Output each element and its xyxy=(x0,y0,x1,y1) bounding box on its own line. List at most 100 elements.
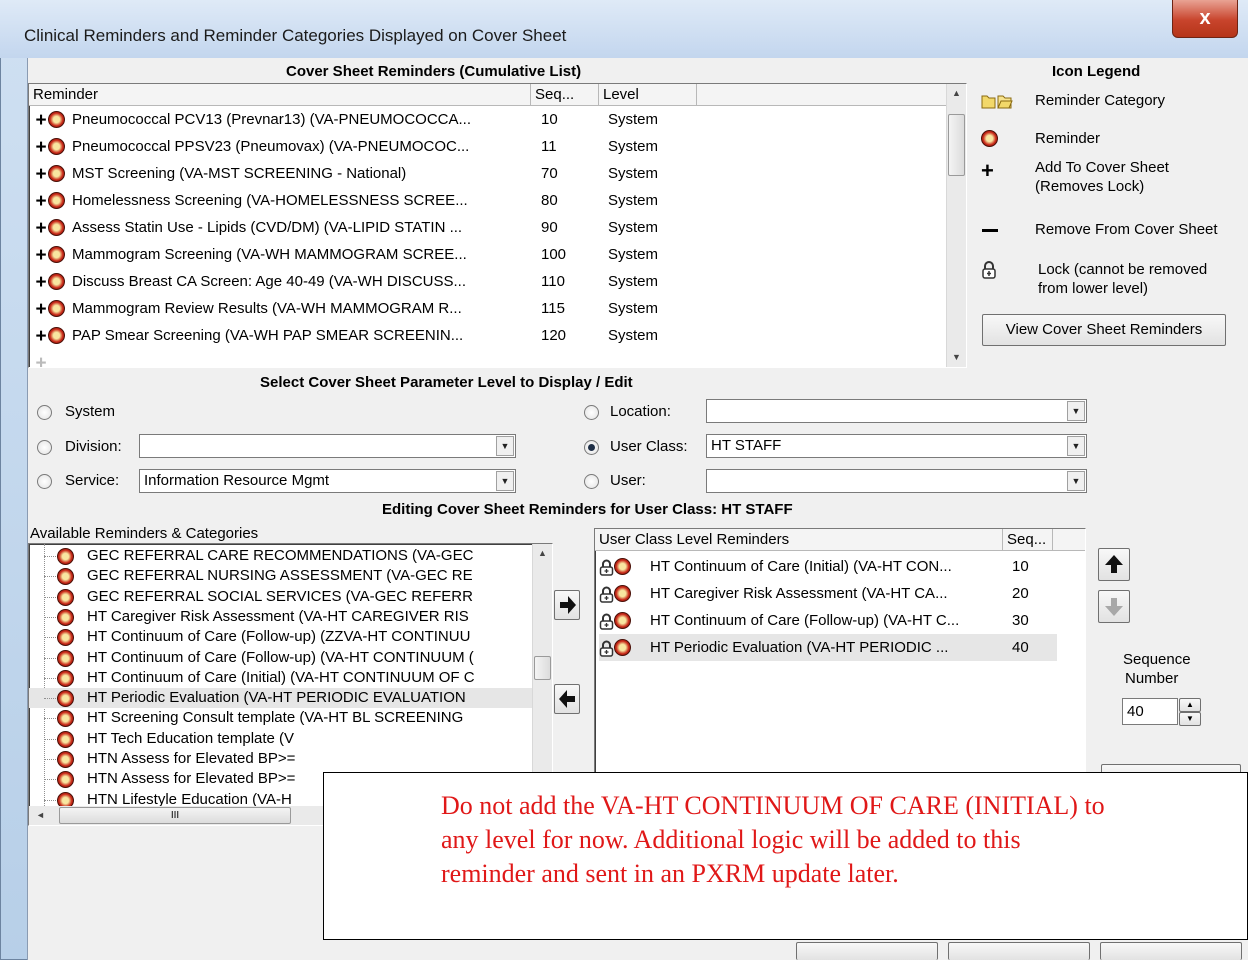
cumulative-list[interactable]: Reminder Seq... Level + Pneumococcal PCV1… xyxy=(28,83,967,368)
list-item[interactable]: HT Continuum of Care (Follow-up) (ZZVA-H… xyxy=(29,627,532,647)
list-item[interactable]: HT Periodic Evaluation (VA-HT PERIODIC E… xyxy=(29,688,532,709)
table-row[interactable]: + Homelessness Screening (VA-HOMELESSNESS… xyxy=(34,187,934,214)
hscroll-thumb[interactable]: III xyxy=(59,807,291,824)
user-class-combo[interactable]: HT STAFF ▼ xyxy=(706,434,1087,458)
reminder-level: System xyxy=(608,165,659,182)
close-button[interactable]: x xyxy=(1172,0,1238,38)
radio-division[interactable] xyxy=(37,440,52,455)
plus-icon: + xyxy=(981,158,994,183)
list-item[interactable]: GEC REFERRAL CARE RECOMMENDATIONS (VA-GE… xyxy=(29,546,532,566)
radio-location[interactable] xyxy=(584,405,599,420)
radio-user[interactable] xyxy=(584,474,599,489)
radio-user-class[interactable] xyxy=(584,440,599,455)
param-heading: Select Cover Sheet Parameter Level to Di… xyxy=(260,374,633,391)
cumulative-scrollbar[interactable]: ▲ ▼ xyxy=(946,84,966,367)
reminder-seq: 80 xyxy=(541,192,558,209)
move-up-button[interactable] xyxy=(1098,548,1130,581)
reminder-level: System xyxy=(608,138,659,155)
legend-lock-1: Lock (cannot be removed xyxy=(1038,261,1208,278)
table-row[interactable]: + Discuss Breast CA Screen: Age 40-49 (VA… xyxy=(34,268,934,295)
item-label: HT Screening Consult template (VA-HT BL … xyxy=(87,709,464,727)
bottom-button-2[interactable] xyxy=(948,942,1090,960)
item-label: HT Continuum of Care (Follow-up) (VA-HT … xyxy=(87,648,474,666)
available-vscroll[interactable]: ▲ ▼ xyxy=(532,544,552,806)
reminder-seq: 20 xyxy=(1012,585,1029,602)
table-row[interactable]: HT Periodic Evaluation (VA-HT PERIODIC .… xyxy=(599,634,1057,661)
bottom-button-3[interactable] xyxy=(1100,942,1242,960)
reminder-icon xyxy=(614,611,631,629)
reminder-seq: 115 xyxy=(541,300,565,317)
radio-system[interactable] xyxy=(37,405,52,420)
scroll-thumb[interactable] xyxy=(534,656,551,680)
col-reminder[interactable]: Reminder xyxy=(29,84,531,106)
reminder-name: Pneumococcal PCV13 (Prevnar13) (VA-PNEUM… xyxy=(72,111,472,128)
move-down-button[interactable] xyxy=(1098,590,1130,623)
chevron-down-icon[interactable]: ▼ xyxy=(496,436,514,456)
list-item[interactable]: GEC REFERRAL SOCIAL SERVICES (VA-GEC REF… xyxy=(29,587,532,607)
reminder-icon xyxy=(48,245,65,263)
scroll-left-icon[interactable]: ◄ xyxy=(31,806,50,825)
table-row[interactable]: + Pneumococcal PPSV23 (Pneumovax) (VA-PNE… xyxy=(34,133,934,160)
scroll-up-icon[interactable]: ▲ xyxy=(947,84,966,103)
table-row[interactable]: + Mammogram Review Results (VA-WH MAMMOGR… xyxy=(34,295,934,322)
lock-icon xyxy=(981,261,997,284)
col-user-class-reminders[interactable]: User Class Level Reminders xyxy=(595,529,1003,551)
reminder-seq: 90 xyxy=(541,219,558,236)
col-user-class-seq[interactable]: Seq... xyxy=(1003,529,1053,551)
list-item[interactable]: HT Continuum of Care (Follow-up) (VA-HT … xyxy=(29,648,532,668)
scroll-up-icon[interactable]: ▲ xyxy=(533,544,552,563)
spin-up-icon[interactable]: ▲ xyxy=(1179,698,1201,712)
scroll-thumb[interactable] xyxy=(948,114,965,176)
chevron-down-icon[interactable]: ▼ xyxy=(496,471,514,491)
table-row[interactable]: + PAP Smear Screening (VA-WH PAP SMEAR SC… xyxy=(34,322,934,349)
reminder-seq: 120 xyxy=(541,327,567,344)
remove-arrow-button[interactable] xyxy=(554,684,580,714)
list-item[interactable]: HT Tech Education template (V xyxy=(29,729,532,749)
list-item[interactable]: HT Caregiver Risk Assessment (VA-HT CARE… xyxy=(29,607,532,627)
col-seq[interactable]: Seq... xyxy=(531,84,599,106)
user-combo[interactable]: ▼ xyxy=(706,469,1087,493)
label-division: Division: xyxy=(65,438,122,455)
list-item[interactable]: HT Screening Consult template (VA-HT BL … xyxy=(29,708,532,728)
reminder-seq: 10 xyxy=(541,111,558,128)
chevron-down-icon[interactable]: ▼ xyxy=(1067,436,1085,456)
table-row[interactable]: + Pneumococcal PCV13 (Prevnar13) (VA-PNEU… xyxy=(34,106,934,133)
label-system: System xyxy=(65,403,116,420)
legend-remove: Remove From Cover Sheet xyxy=(1035,221,1218,238)
table-row[interactable]: + Assess Statin Use - Lipids (CVD/DM) (VA… xyxy=(34,214,934,241)
chevron-down-icon[interactable]: ▼ xyxy=(1067,471,1085,491)
division-combo[interactable]: ▼ xyxy=(139,434,516,458)
radio-service[interactable] xyxy=(37,474,52,489)
tree-line xyxy=(44,698,58,700)
list-item[interactable]: HT Continuum of Care (Initial) (VA-HT CO… xyxy=(29,668,532,688)
reminder-icon xyxy=(57,771,74,789)
add-arrow-button[interactable] xyxy=(554,590,580,620)
service-combo[interactable]: Information Resource Mgmt ▼ xyxy=(139,469,516,493)
reminder-name: Homelessness Screening (VA-HOMELESSNESS … xyxy=(72,192,468,209)
item-label: HTN Assess for Elevated BP>= xyxy=(87,750,296,767)
sequence-input[interactable]: 40 xyxy=(1122,698,1178,725)
table-row[interactable]: + MST Screening (VA-MST SCREENING - Natio… xyxy=(34,160,934,187)
col-level[interactable]: Level xyxy=(599,84,697,106)
list-item[interactable]: HTN Assess for Elevated BP>= xyxy=(29,749,532,769)
scroll-down-icon[interactable]: ▼ xyxy=(947,348,966,367)
table-row[interactable]: HT Continuum of Care (Follow-up) (VA-HT … xyxy=(599,607,1057,634)
label-user: User: xyxy=(610,472,646,489)
list-item[interactable]: GEC REFERRAL NURSING ASSESSMENT (VA-GEC … xyxy=(29,566,532,586)
view-cover-sheet-button[interactable]: View Cover Sheet Reminders xyxy=(982,314,1226,346)
spin-down-icon[interactable]: ▼ xyxy=(1179,712,1201,726)
label-service: Service: xyxy=(65,472,120,489)
add-icon: + xyxy=(35,271,47,293)
reminder-seq: 110 xyxy=(541,273,565,290)
location-combo[interactable]: ▼ xyxy=(706,399,1087,423)
table-row[interactable]: HT Continuum of Care (Initial) (VA-HT CO… xyxy=(599,553,1057,580)
reminder-icon xyxy=(48,299,65,317)
title-bar[interactable]: Clinical Reminders and Reminder Categori… xyxy=(0,0,1248,58)
table-row[interactable]: + Mammogram Screening (VA-WH MAMMOGRAM SC… xyxy=(34,241,934,268)
chevron-down-icon[interactable]: ▼ xyxy=(1067,401,1085,421)
table-row[interactable]: HT Caregiver Risk Assessment (VA-HT CA..… xyxy=(599,580,1057,607)
bottom-button-1[interactable] xyxy=(796,942,938,960)
tree-line xyxy=(44,718,58,720)
reminder-seq: 11 xyxy=(541,138,557,155)
note-box: Do not add the VA-HT CONTINUUM OF CARE (… xyxy=(323,772,1248,940)
